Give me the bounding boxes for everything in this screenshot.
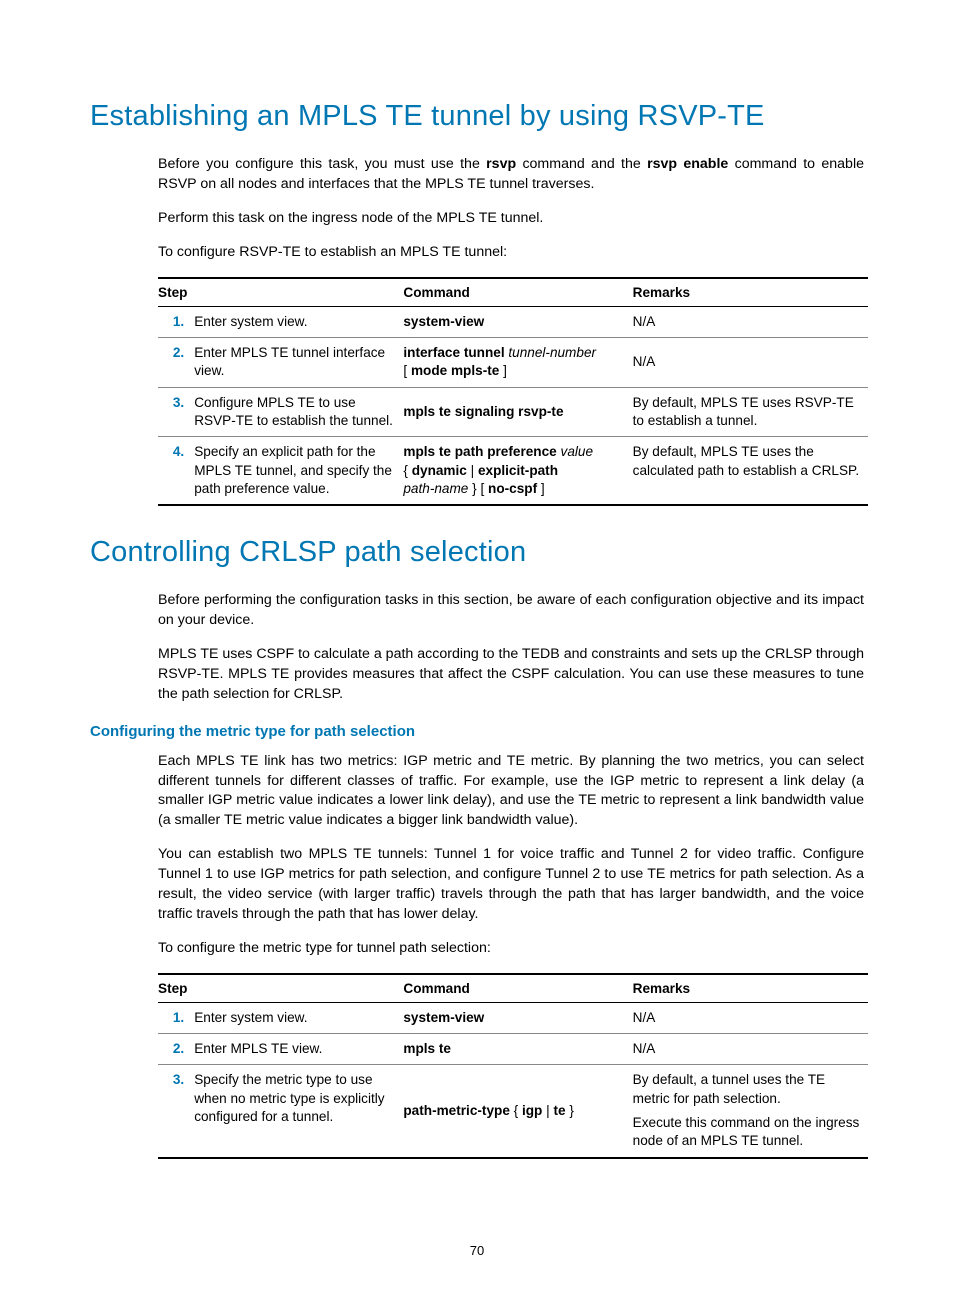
step-desc: Specify an explicit path for the MPLS TE…: [194, 437, 403, 506]
cmd-text: {: [510, 1103, 522, 1118]
command-name: rsvp enable: [647, 156, 728, 172]
paragraph: To configure RSVP-TE to establish an MPL…: [158, 243, 864, 263]
step-command: mpls te: [403, 1033, 632, 1064]
step-number: 2.: [158, 1033, 194, 1064]
table-header-row: Step Command Remarks: [158, 278, 868, 307]
command-name: rsvp: [486, 156, 516, 172]
cmd-keyword: igp: [522, 1103, 542, 1118]
step-number: 1.: [158, 1002, 194, 1033]
paragraph: Before performing the configuration task…: [158, 591, 864, 631]
cmd-text: {: [403, 463, 411, 478]
step-desc: Enter MPLS TE view.: [194, 1033, 403, 1064]
cmd-keyword: explicit-path: [478, 463, 558, 478]
paragraph: You can establish two MPLS TE tunnels: T…: [158, 845, 864, 925]
cmd-text: ]: [537, 481, 545, 496]
text: Before you configure this task, you must…: [158, 156, 486, 172]
section-heading-rsvp-te: Establishing an MPLS TE tunnel by using …: [90, 100, 864, 133]
cmd-keyword: te: [553, 1103, 565, 1118]
step-remarks: N/A: [633, 337, 868, 387]
step-number: 4.: [158, 437, 194, 506]
step-command: mpls te signaling rsvp-te: [403, 387, 632, 437]
cmd-arg: value: [561, 444, 594, 459]
step-number: 3.: [158, 1065, 194, 1158]
cmd-text: |: [467, 463, 478, 478]
paragraph: Each MPLS TE link has two metrics: IGP m…: [158, 752, 864, 832]
paragraph: MPLS TE uses CSPF to calculate a path ac…: [158, 645, 864, 705]
table-row: 1. Enter system view. system-view N/A: [158, 306, 868, 337]
step-desc: Enter system view.: [194, 1002, 403, 1033]
cmd-arg: tunnel-number: [508, 345, 596, 360]
table-row: 2. Enter MPLS TE view. mpls te N/A: [158, 1033, 868, 1064]
cmd-keyword: no-cspf: [488, 481, 537, 496]
rsvp-te-steps-table: Step Command Remarks 1. Enter system vie…: [158, 277, 868, 507]
metric-type-steps-table: Step Command Remarks 1. Enter system vie…: [158, 973, 868, 1159]
step-remarks: N/A: [633, 1002, 868, 1033]
col-header-remarks: Remarks: [633, 974, 868, 1003]
step-remarks: By default, MPLS TE uses RSVP-TE to esta…: [633, 387, 868, 437]
cmd-keyword: path-metric-type: [403, 1103, 510, 1118]
paragraph: Before you configure this task, you must…: [158, 155, 864, 195]
section-heading-crlsp: Controlling CRLSP path selection: [90, 536, 864, 569]
cmd-text: |: [542, 1103, 553, 1118]
cmd-text: [: [403, 363, 411, 378]
cmd-text: } [: [468, 481, 488, 496]
step-command: interface tunnel tunnel-number [ mode mp…: [403, 337, 632, 387]
remark-text: Execute this command on the ingress node…: [633, 1115, 860, 1148]
document-page: Establishing an MPLS TE tunnel by using …: [0, 0, 954, 1296]
step-number: 1.: [158, 306, 194, 337]
table-row: 3. Specify the metric type to use when n…: [158, 1065, 868, 1158]
step-number: 3.: [158, 387, 194, 437]
table-row: 3. Configure MPLS TE to use RSVP-TE to e…: [158, 387, 868, 437]
col-header-remarks: Remarks: [633, 278, 868, 307]
paragraph: To configure the metric type for tunnel …: [158, 939, 864, 959]
step-desc: Specify the metric type to use when no m…: [194, 1065, 403, 1158]
cmd-text: }: [566, 1103, 574, 1118]
cmd-text: ]: [499, 363, 507, 378]
step-command: path-metric-type { igp | te }: [403, 1065, 632, 1158]
table-header-row: Step Command Remarks: [158, 974, 868, 1003]
cmd-arg: path-name: [403, 481, 468, 496]
cmd-keyword: dynamic: [412, 463, 467, 478]
step-command: system-view: [403, 306, 632, 337]
page-number: 70: [0, 1243, 954, 1258]
step-command: system-view: [403, 1002, 632, 1033]
step-remarks: By default, MPLS TE uses the calculated …: [633, 437, 868, 506]
step-remarks: By default, a tunnel uses the TE metric …: [633, 1065, 868, 1158]
table-row: 4. Specify an explicit path for the MPLS…: [158, 437, 868, 506]
col-header-step: Step: [158, 278, 403, 307]
col-header-step: Step: [158, 974, 403, 1003]
step-remarks: N/A: [633, 306, 868, 337]
step-desc: Configure MPLS TE to use RSVP-TE to esta…: [194, 387, 403, 437]
remark-text: By default, a tunnel uses the TE metric …: [633, 1072, 825, 1105]
text: command and the: [516, 156, 647, 172]
table-row: 2. Enter MPLS TE tunnel interface view. …: [158, 337, 868, 387]
subsection-heading-metric-type: Configuring the metric type for path sel…: [90, 723, 864, 740]
paragraph: Perform this task on the ingress node of…: [158, 209, 864, 229]
col-header-command: Command: [403, 278, 632, 307]
step-number: 2.: [158, 337, 194, 387]
step-remarks: N/A: [633, 1033, 868, 1064]
cmd-keyword: mpls te path preference: [403, 444, 560, 459]
cmd-keyword: interface tunnel: [403, 345, 508, 360]
cmd-keyword: mode mpls-te: [411, 363, 499, 378]
step-command: mpls te path preference value { dynamic …: [403, 437, 632, 506]
step-desc: Enter system view.: [194, 306, 403, 337]
col-header-command: Command: [403, 974, 632, 1003]
step-desc: Enter MPLS TE tunnel interface view.: [194, 337, 403, 387]
table-row: 1. Enter system view. system-view N/A: [158, 1002, 868, 1033]
